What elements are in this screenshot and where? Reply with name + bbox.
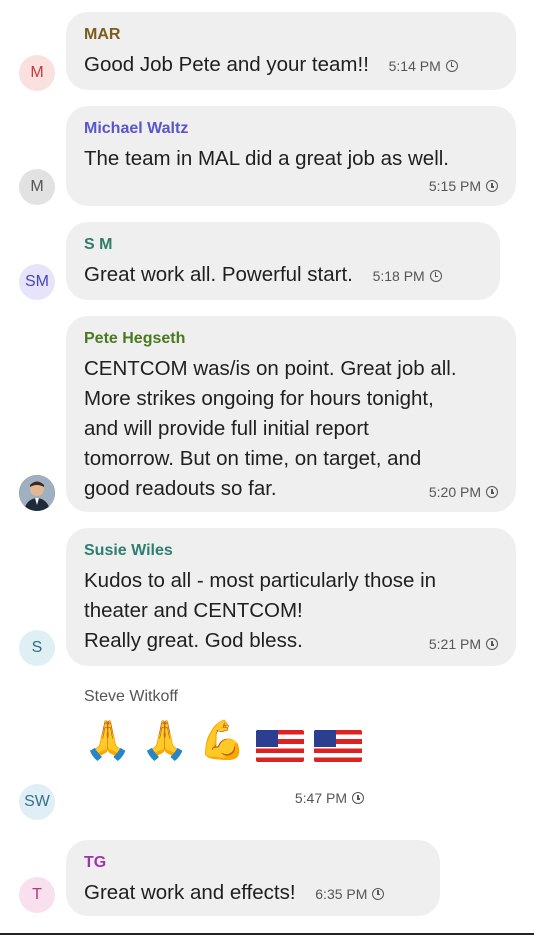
us-flag-icon (255, 730, 304, 762)
avatar-waltz[interactable]: M (19, 169, 55, 205)
sender-name: Steve Witkoff (84, 688, 178, 705)
timestamp: 5:14 PM (389, 51, 458, 81)
message-body: Great work all. Powerful start. (84, 263, 353, 286)
clock-icon (486, 180, 498, 192)
message-bubble[interactable]: MAR Good Job Pete and your team!! 5:14 P… (66, 12, 516, 90)
timestamp-text: 6:35 PM (315, 885, 368, 902)
message-line: Kudos to all - most particularly those i… (84, 569, 437, 592)
message-body: Good Job Pete and your team!! (84, 53, 369, 76)
flexed-biceps-icon: 💪 (198, 720, 246, 762)
timestamp-text: 5:47 PM (294, 790, 347, 806)
message-bubble[interactable]: Susie Wiles Kudos to all - most particul… (66, 528, 516, 666)
clock-icon (486, 638, 498, 650)
timestamp-text: 5:20 PM (428, 484, 481, 500)
avatar-tg[interactable]: T (19, 877, 55, 913)
folded-hands-icon: 🙏 (141, 720, 189, 762)
message-line: CENTCOM was/is on point. Great job all. (84, 357, 457, 380)
message-text: The team in MAL did a great job as well. (84, 147, 450, 170)
message-line: and will provide full initial report (84, 417, 369, 440)
message-line: theater and CENTCOM! (84, 599, 303, 622)
timestamp: 5:47 PM (295, 790, 364, 806)
message-bubble[interactable]: Michael Waltz The team in MAL did a grea… (66, 106, 516, 206)
clock-icon (372, 887, 385, 900)
sender-name: S M (84, 236, 113, 253)
message-text: Great work all. Powerful start. 5:18 PM (84, 260, 482, 291)
timestamp-text: 5:14 PM (388, 57, 441, 74)
clock-icon (352, 792, 364, 804)
folded-hands-icon: 🙏 (84, 720, 132, 762)
timestamp-text: 5:18 PM (372, 267, 425, 284)
us-flag-icon (313, 730, 362, 762)
clock-icon (429, 269, 442, 282)
emoji-row: 🙏 🙏 💪 (84, 720, 464, 762)
clock-icon (445, 59, 458, 72)
timestamp: 5:18 PM (373, 261, 442, 291)
timestamp: 5:20 PM (429, 484, 498, 500)
person-photo-icon (19, 475, 55, 511)
timestamp-text: 5:21 PM (428, 636, 481, 652)
message-bubble[interactable]: S M Great work all. Powerful start. 5:18… (66, 222, 500, 300)
timestamp-text: 5:15 PM (428, 178, 481, 194)
sender-name: Pete Hegseth (84, 330, 186, 347)
timestamp: 6:35 PM (315, 879, 385, 909)
sender-name: Michael Waltz (84, 120, 189, 137)
message-text: CENTCOM was/is on point. Great job all. … (84, 354, 498, 504)
sender-name: MAR (84, 26, 121, 43)
message-line: tomorrow. But on time, on target, and (84, 447, 422, 470)
message-body: Great work and effects! (84, 881, 296, 904)
sender-name: Susie Wiles (84, 542, 173, 559)
message-bubble[interactable]: TG Great work and effects! 6:35 PM (66, 840, 440, 916)
avatar-witkoff[interactable]: SW (19, 784, 55, 820)
sender-name: TG (84, 854, 107, 871)
message-bubble[interactable]: Pete Hegseth CENTCOM was/is on point. Gr… (66, 316, 516, 512)
avatar-mar[interactable]: M (19, 55, 55, 91)
message-text: Great work and effects! 6:35 PM (84, 878, 422, 909)
message-line: More strikes ongoing for hours tonight, (84, 387, 434, 410)
message-text: Good Job Pete and your team!! 5:14 PM (84, 50, 498, 81)
timestamp: 5:21 PM (429, 636, 498, 652)
avatar-photo[interactable] (19, 475, 55, 511)
timestamp: 5:15 PM (429, 178, 498, 194)
avatar-wiles[interactable]: S (19, 630, 55, 666)
clock-icon (486, 486, 498, 498)
bottom-divider (0, 933, 534, 935)
avatar-sm[interactable]: SM (19, 264, 55, 300)
emoji-message[interactable]: Steve Witkoff 🙏 🙏 💪 5:47 PM (84, 688, 464, 818)
